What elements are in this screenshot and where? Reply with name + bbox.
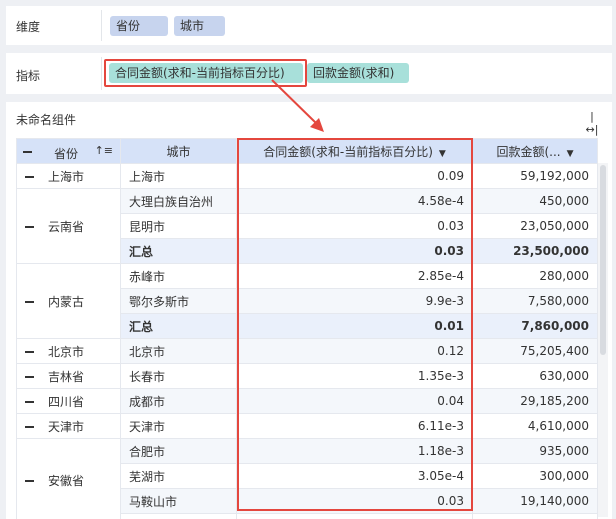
- contract-cell: 2.85e-4: [236, 263, 473, 289]
- province-cell[interactable]: 四川省: [16, 388, 121, 414]
- dropdown-icon[interactable]: ▼: [567, 149, 574, 159]
- city-cell: 马鞍山市: [120, 488, 237, 514]
- contract-cell: 0.12: [236, 338, 473, 364]
- dimension-pill-province[interactable]: 省份: [110, 16, 168, 36]
- city-cell: 鄂尔多斯市: [120, 288, 237, 314]
- city-cell: 芜湖市: [120, 463, 237, 489]
- payment-cell: 7,580,000: [472, 288, 598, 314]
- table-row: 安徽省 合肥市 1.18e-3 935,000: [16, 438, 598, 519]
- table-row: 内蒙古 赤峰市 2.85e-4 280,000: [16, 263, 598, 339]
- payment-cell: 300,000: [472, 463, 598, 489]
- payment-cell: 7,860,000: [472, 313, 598, 339]
- province-cell[interactable]: 北京市: [16, 338, 121, 364]
- collapse-icon[interactable]: [25, 301, 34, 303]
- collapse-icon[interactable]: [25, 226, 34, 228]
- table-row: 北京市 北京市 0.12 75,205,400: [16, 338, 598, 364]
- payment-cell: 23,500,000: [472, 238, 598, 264]
- contract-cell: 0.01: [236, 313, 473, 339]
- metric-panel: 指标 合同金额(求和-当前指标百分比) 回款金额(求和): [6, 53, 612, 94]
- payment-cell: 29,185,200: [472, 388, 598, 414]
- city-cell: 长春市: [120, 363, 237, 389]
- province-cell[interactable]: 安徽省: [16, 438, 121, 519]
- metric-pill-contract[interactable]: 合同金额(求和-当前指标百分比): [109, 63, 303, 83]
- contract-cell: 0.04: [236, 388, 473, 414]
- collapse-all-icon[interactable]: [23, 151, 32, 153]
- payment-cell: 59,192,000: [472, 163, 598, 189]
- header-contract[interactable]: 合同金额(求和-当前指标百分比) ▼: [236, 138, 473, 164]
- divider: [101, 57, 102, 90]
- city-cell: 上海市: [120, 163, 237, 189]
- payment-cell: 450,000: [472, 188, 598, 214]
- city-cell: 北京市: [120, 338, 237, 364]
- city-cell: 昆明市: [120, 213, 237, 239]
- city-cell: 汇总: [120, 313, 237, 339]
- payment-cell: 935,000: [472, 438, 598, 464]
- header-province[interactable]: 省份 ↑≡: [16, 138, 121, 164]
- contract-cell: 1.35e-3: [236, 363, 473, 389]
- table-row: 吉林省 长春市 1.35e-3 630,000: [16, 363, 598, 389]
- collapse-icon[interactable]: [25, 176, 34, 178]
- contract-cell: 9.9e-3: [236, 288, 473, 314]
- city-cell: 汇总: [120, 238, 237, 264]
- metric-pill-payment[interactable]: 回款金额(求和): [307, 63, 409, 83]
- payment-cell: 75,205,400: [472, 338, 598, 364]
- contract-cell: 1.18e-3: [236, 438, 473, 464]
- scrollbar-thumb[interactable]: [600, 165, 606, 355]
- expand-width-icon[interactable]: |↔|: [584, 110, 600, 136]
- province-cell[interactable]: 天津市: [16, 413, 121, 439]
- table-row: 四川省 成都市 0.04 29,185,200: [16, 388, 598, 414]
- collapse-icon[interactable]: [25, 401, 34, 403]
- widget-title: 未命名组件: [16, 113, 77, 127]
- header-city[interactable]: 城市: [120, 138, 237, 164]
- contract-cell: 3.05e-4: [236, 463, 473, 489]
- collapse-icon[interactable]: [25, 426, 34, 428]
- city-cell: 合肥市: [120, 438, 237, 464]
- contract-cell: 4.58e-4: [236, 188, 473, 214]
- sort-icon[interactable]: ↑≡: [95, 144, 113, 157]
- province-cell[interactable]: 内蒙古: [16, 263, 121, 339]
- payment-cell: 4,610,000: [472, 413, 598, 439]
- header-payment[interactable]: 回款金额(... ▼: [472, 138, 598, 164]
- dropdown-icon[interactable]: ▼: [439, 149, 446, 159]
- table-row: 天津市 天津市 6.11e-3 4,610,000: [16, 413, 598, 439]
- dimension-pill-city[interactable]: 城市: [174, 16, 225, 36]
- dimension-panel: 维度 省份 城市: [6, 6, 612, 45]
- collapse-icon[interactable]: [25, 351, 34, 353]
- payment-cell: 23,050,000: [472, 213, 598, 239]
- table-widget: 未命名组件 |↔| 省份 ↑≡ 城市 合同金额(求和-当前指标百分比) ▼ 回款金…: [6, 102, 612, 519]
- contract-cell: 0.03: [236, 238, 473, 264]
- table-row: 云南省 大理白族自治州 4.58e-4 450,000: [16, 188, 598, 264]
- table-row: 上海市 上海市 0.09 59,192,000: [16, 163, 598, 189]
- province-cell[interactable]: 云南省: [16, 188, 121, 264]
- province-cell[interactable]: 上海市: [16, 163, 121, 189]
- city-cell: 赤峰市: [120, 263, 237, 289]
- payment-cell: 630,000: [472, 363, 598, 389]
- contract-cell: 6.11e-3: [236, 413, 473, 439]
- divider: [101, 10, 102, 41]
- contract-cell: 0.03: [236, 213, 473, 239]
- collapse-icon[interactable]: [25, 376, 34, 378]
- contract-cell: 0.09: [236, 163, 473, 189]
- province-cell[interactable]: 吉林省: [16, 363, 121, 389]
- payment-cell: 280,000: [472, 263, 598, 289]
- dimension-label: 维度: [16, 20, 41, 34]
- contract-cell: 0.03: [236, 488, 473, 514]
- collapse-icon[interactable]: [25, 480, 34, 482]
- payment-cell: 19,140,000: [472, 488, 598, 514]
- metric-label: 指标: [16, 69, 41, 83]
- city-cell: 成都市: [120, 388, 237, 414]
- city-cell: 天津市: [120, 413, 237, 439]
- city-cell: 大理白族自治州: [120, 188, 237, 214]
- data-table: 省份 ↑≡ 城市 合同金额(求和-当前指标百分比) ▼ 回款金额(... ▼ 上海市…: [16, 138, 598, 519]
